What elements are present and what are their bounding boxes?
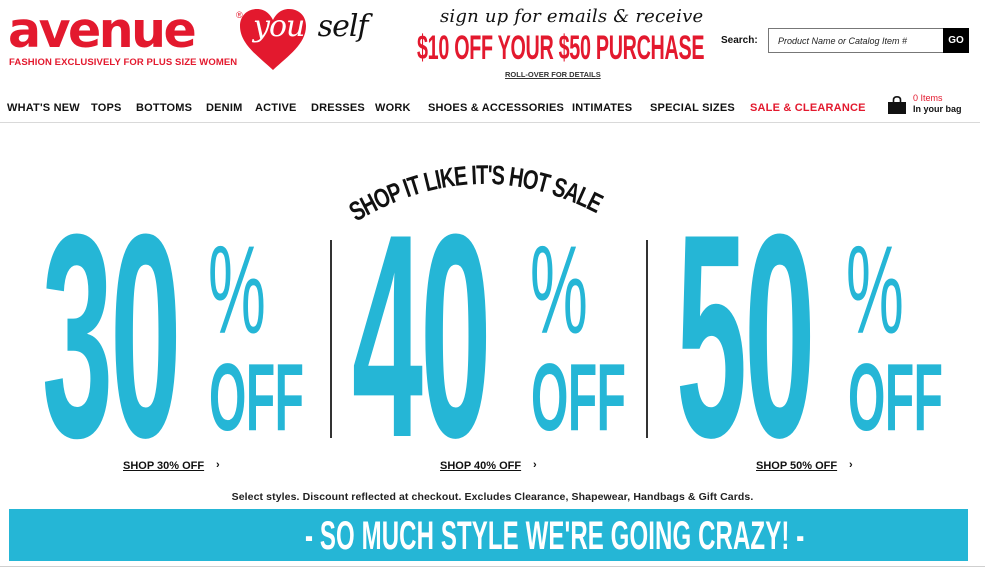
chevron-right-icon: › xyxy=(216,459,220,471)
promo-signup-text: sign up for emails & receive xyxy=(440,6,704,27)
nav-item-special-sizes[interactable]: SPECIAL SIZES xyxy=(650,102,735,114)
offer-divider xyxy=(330,240,332,438)
offer-off-text: OFF xyxy=(209,344,304,451)
nav-item-sale-clearance[interactable]: SALE & CLEARANCE xyxy=(750,102,866,114)
offer-percent-sign: % xyxy=(530,221,588,360)
promo-offer-text: $10 OFF YOUR $50 PURCHASE xyxy=(417,29,705,67)
nav-item-active[interactable]: ACTIVE xyxy=(255,102,297,114)
offer-number: 50 xyxy=(676,174,815,498)
promo-banner[interactable]: - SO MUCH STYLE WE'RE GOING CRAZY! - xyxy=(9,509,968,561)
search-input[interactable] xyxy=(768,28,944,53)
offer-off-text: OFF xyxy=(848,344,943,451)
chevron-right-icon: › xyxy=(849,459,853,471)
promo-banner-text: - SO MUCH STYLE WE'RE GOING CRAZY! - xyxy=(305,514,805,558)
offer-number: 30 xyxy=(42,174,181,498)
nav-item-dresses[interactable]: DRESSES xyxy=(311,102,365,114)
chevron-right-icon: › xyxy=(533,459,537,471)
nav-item-tops[interactable]: TOPS xyxy=(91,102,122,114)
bottom-divider xyxy=(0,566,985,567)
bag-item-count: 0 Items xyxy=(913,93,943,103)
search-label: Search: xyxy=(721,35,758,46)
nav-item-intimates[interactable]: INTIMATES xyxy=(572,102,632,114)
nav-item-shoes-accessories[interactable]: SHOES & ACCESSORIES xyxy=(428,102,564,114)
shop-50-off-link[interactable]: SHOP 50% OFF xyxy=(756,460,837,472)
nav-item-whats-new[interactable]: WHAT'S NEW xyxy=(7,102,80,114)
offer-divider xyxy=(646,240,648,438)
offer-off-text: OFF xyxy=(531,344,626,451)
nav-divider xyxy=(0,122,980,123)
search-go-button[interactable]: GO xyxy=(943,28,969,53)
promo-details-link[interactable]: ROLL-OVER FOR DETAILS xyxy=(505,70,601,79)
logo-tagline: FASHION EXCLUSIVELY FOR PLUS SIZE WOMEN xyxy=(9,57,238,68)
logo-your-text: your xyxy=(253,9,319,44)
logo-yourself: yourself xyxy=(253,9,369,44)
nav-item-bottoms[interactable]: BOTTOMS xyxy=(136,102,192,114)
main-nav: WHAT'S NEW TOPS BOTTOMS DENIM ACTIVE DRE… xyxy=(0,97,985,123)
sale-disclaimer: Select styles. Discount reflected at che… xyxy=(231,491,754,503)
nav-item-work[interactable]: WORK xyxy=(375,102,411,114)
logo-wordmark: avenue xyxy=(8,2,197,59)
offer-percent-sign: % xyxy=(208,221,266,360)
logo-self-text: self xyxy=(317,9,369,44)
shopping-bag-icon xyxy=(888,96,906,114)
shop-40-off-link[interactable]: SHOP 40% OFF xyxy=(440,460,521,472)
offer-number: 40 xyxy=(352,174,491,498)
bag-label: In your bag xyxy=(913,104,962,114)
nav-item-denim[interactable]: DENIM xyxy=(206,102,242,114)
offer-percent-sign: % xyxy=(846,221,904,360)
shop-30-off-link[interactable]: SHOP 30% OFF xyxy=(123,460,204,472)
